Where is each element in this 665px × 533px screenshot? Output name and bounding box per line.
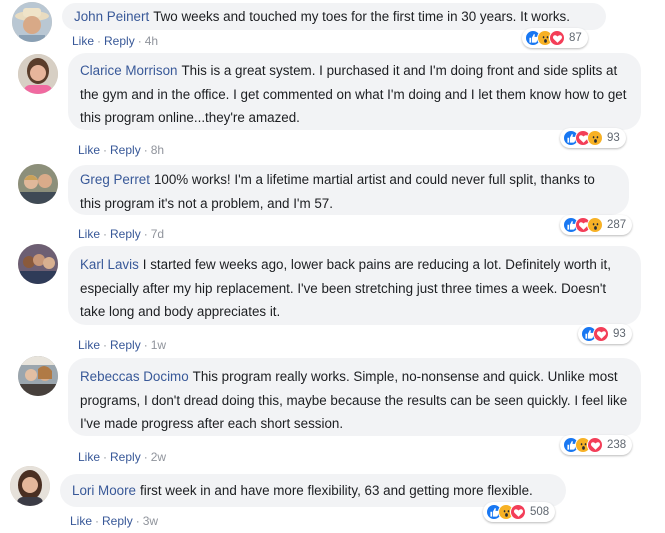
comment-actions: Like · Reply · 1w bbox=[78, 338, 167, 352]
wow-reaction-icon bbox=[587, 130, 603, 146]
comment-text: 100% works! I'm a lifetime martial artis… bbox=[80, 172, 595, 211]
reaction-count: 87 bbox=[569, 32, 582, 44]
reaction-icons bbox=[563, 130, 603, 146]
comment-bubble: Greg Perret 100% works! I'm a lifetime ma… bbox=[68, 165, 629, 215]
comment-bubble: Rebeccas Docimo This program really works… bbox=[68, 358, 641, 436]
reaction-count: 508 bbox=[530, 506, 550, 518]
like-link[interactable]: Like bbox=[70, 514, 92, 528]
reaction-icons bbox=[563, 437, 603, 453]
comment-timestamp[interactable]: 2w bbox=[151, 450, 166, 464]
comment-text: I started few weeks ago, lower back pain… bbox=[80, 257, 611, 319]
comment-actions: Like · Reply · 8h bbox=[78, 143, 165, 157]
commenter-name[interactable]: Clarice Morrison bbox=[80, 63, 177, 78]
comment-item: Clarice Morrison This is a great system. … bbox=[0, 48, 665, 158]
reply-link[interactable]: Reply bbox=[110, 338, 141, 352]
comment-actions: Like · Reply · 2w bbox=[78, 450, 167, 464]
comment-actions: Like · Reply · 7d bbox=[78, 227, 165, 241]
comment-item: Karl Lavis I started few weeks ago, lower… bbox=[0, 240, 665, 352]
reaction-summary[interactable]: 87 bbox=[522, 28, 588, 48]
avatar[interactable] bbox=[18, 356, 58, 396]
reaction-summary[interactable]: 93 bbox=[578, 324, 632, 344]
reaction-summary[interactable]: 93 bbox=[560, 128, 626, 148]
comment-timestamp[interactable]: 4h bbox=[145, 34, 158, 48]
reply-link[interactable]: Reply bbox=[110, 227, 141, 241]
wow-reaction-icon bbox=[587, 217, 603, 233]
reaction-count: 287 bbox=[607, 219, 627, 231]
comment-timestamp[interactable]: 1w bbox=[151, 338, 166, 352]
reaction-count: 93 bbox=[607, 132, 620, 144]
commenter-name[interactable]: Lori Moore bbox=[72, 483, 136, 498]
comment-item: John Peinert Two weeks and touched my toe… bbox=[0, 0, 665, 50]
reaction-icons bbox=[486, 504, 526, 520]
love-reaction-icon bbox=[510, 504, 526, 520]
like-link[interactable]: Like bbox=[78, 143, 100, 157]
comment-timestamp[interactable]: 8h bbox=[151, 143, 164, 157]
love-reaction-icon bbox=[549, 30, 565, 46]
reply-link[interactable]: Reply bbox=[110, 450, 141, 464]
commenter-name[interactable]: Greg Perret bbox=[80, 172, 150, 187]
reaction-icons bbox=[581, 326, 609, 342]
commenter-name[interactable]: John Peinert bbox=[74, 9, 149, 24]
reaction-icons bbox=[563, 217, 603, 233]
comment-actions: Like · Reply · 4h bbox=[72, 34, 159, 48]
like-link[interactable]: Like bbox=[78, 338, 100, 352]
comment-bubble: John Peinert Two weeks and touched my toe… bbox=[62, 3, 606, 30]
reaction-summary[interactable]: 508 bbox=[483, 502, 556, 522]
avatar[interactable] bbox=[18, 244, 58, 284]
avatar[interactable] bbox=[12, 2, 52, 42]
comment-item: Greg Perret 100% works! I'm a lifetime ma… bbox=[0, 160, 665, 241]
comment-timestamp[interactable]: 7d bbox=[151, 227, 164, 241]
reaction-summary[interactable]: 238 bbox=[560, 435, 633, 455]
comment-bubble: Karl Lavis I started few weeks ago, lower… bbox=[68, 246, 641, 325]
love-reaction-icon bbox=[587, 437, 603, 453]
reply-link[interactable]: Reply bbox=[110, 143, 141, 157]
reply-link[interactable]: Reply bbox=[102, 514, 133, 528]
avatar[interactable] bbox=[18, 54, 58, 94]
love-reaction-icon bbox=[593, 326, 609, 342]
reaction-count: 238 bbox=[607, 439, 627, 451]
commenter-name[interactable]: Rebeccas Docimo bbox=[80, 369, 189, 384]
reply-link[interactable]: Reply bbox=[104, 34, 135, 48]
comment-bubble: Clarice Morrison This is a great system. … bbox=[68, 53, 641, 130]
reaction-icons bbox=[525, 30, 565, 46]
comment-item: Lori Moore first week in and have more fl… bbox=[0, 464, 665, 533]
avatar[interactable] bbox=[18, 164, 58, 204]
comment-text: Two weeks and touched my toes for the fi… bbox=[153, 9, 570, 24]
avatar[interactable] bbox=[10, 466, 50, 506]
like-link[interactable]: Like bbox=[78, 227, 100, 241]
like-link[interactable]: Like bbox=[78, 450, 100, 464]
comment-text: first week in and have more flexibility,… bbox=[140, 483, 533, 498]
reaction-summary[interactable]: 287 bbox=[560, 215, 633, 235]
commenter-name[interactable]: Karl Lavis bbox=[80, 257, 139, 272]
like-link[interactable]: Like bbox=[72, 34, 94, 48]
comment-actions: Like · Reply · 3w bbox=[70, 514, 159, 528]
reaction-count: 93 bbox=[613, 328, 626, 340]
comment-timestamp[interactable]: 3w bbox=[143, 514, 158, 528]
comment-item: Rebeccas Docimo This program really works… bbox=[0, 352, 665, 464]
